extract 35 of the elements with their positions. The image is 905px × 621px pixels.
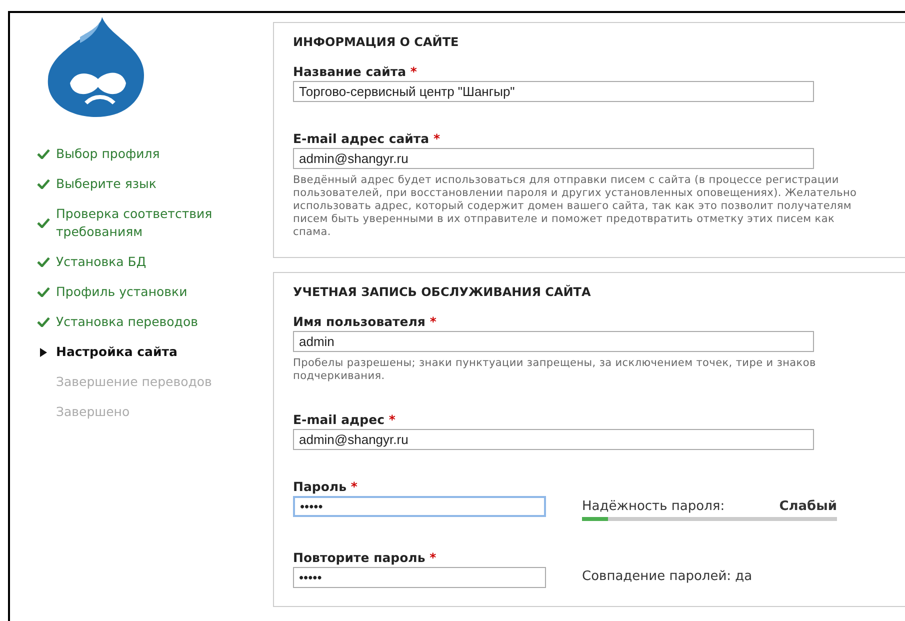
check-icon xyxy=(36,149,50,159)
password-field[interactable]: ••••• xyxy=(293,496,546,517)
step-label: Завершено xyxy=(56,403,131,421)
field-label: Имя пользователя * xyxy=(293,314,436,329)
check-icon xyxy=(36,179,50,189)
text-field[interactable]: admin@shangyr.ru xyxy=(293,429,814,450)
strength-label: Надёжность пароля: xyxy=(582,499,725,514)
section-title: ИНФОРМАЦИЯ О САЙТЕ xyxy=(293,35,459,49)
field-description: Пробелы разрешены; знаки пунктуации запрещены, за исключением точек, тире и знаков подчеркивания. xyxy=(293,357,817,383)
field-label: Название сайта * xyxy=(293,64,417,79)
triangle-icon xyxy=(40,348,46,356)
field-label: Повторите пароль * xyxy=(293,550,436,565)
step-label: Установка БД xyxy=(56,253,148,271)
match-text: Совпадение паролей: да xyxy=(582,569,752,584)
step-label: Проверка соответствия требованиям xyxy=(56,205,214,241)
field-label: E-mail адрес * xyxy=(293,412,396,427)
strength-rating: Слабый xyxy=(779,499,837,514)
check-icon xyxy=(36,257,50,267)
check-icon xyxy=(36,287,50,297)
step-label: Профиль установки xyxy=(56,283,188,301)
check-icon xyxy=(36,218,50,228)
text-field[interactable]: admin@shangyr.ru xyxy=(293,148,814,169)
field-label: E-mail адрес сайта * xyxy=(293,131,440,146)
check-icon xyxy=(36,317,50,327)
step-label: Установка переводов xyxy=(56,313,199,331)
text-field[interactable]: Торгово-сервисный центр "Шангыр" xyxy=(293,81,814,102)
text-field[interactable]: admin xyxy=(293,331,814,352)
section-title: УЧЕТНАЯ ЗАПИСЬ ОБСЛУЖИВАНИЯ САЙТА xyxy=(293,285,591,299)
password-field[interactable]: ••••• xyxy=(293,567,546,588)
step-label: Настройка сайта xyxy=(56,343,178,361)
step-label: Выберите язык xyxy=(56,175,158,193)
field-description: Введённый адрес будет использоваться для отправки писем с сайта (в процессе регистрации пользователей, при восстановлении пароля и других установленных оповещениях). Желательно использовать адрес, который содержит домен вашего сайта, так как это позволит получателям писем быть уверенными в их отправителе и поможет предотвратить отметку этих писем как спама. xyxy=(293,174,858,239)
step-label: Завершение переводов xyxy=(56,373,213,391)
field-label: Пароль * xyxy=(293,479,358,494)
step-label: Выбор профиля xyxy=(56,145,161,163)
